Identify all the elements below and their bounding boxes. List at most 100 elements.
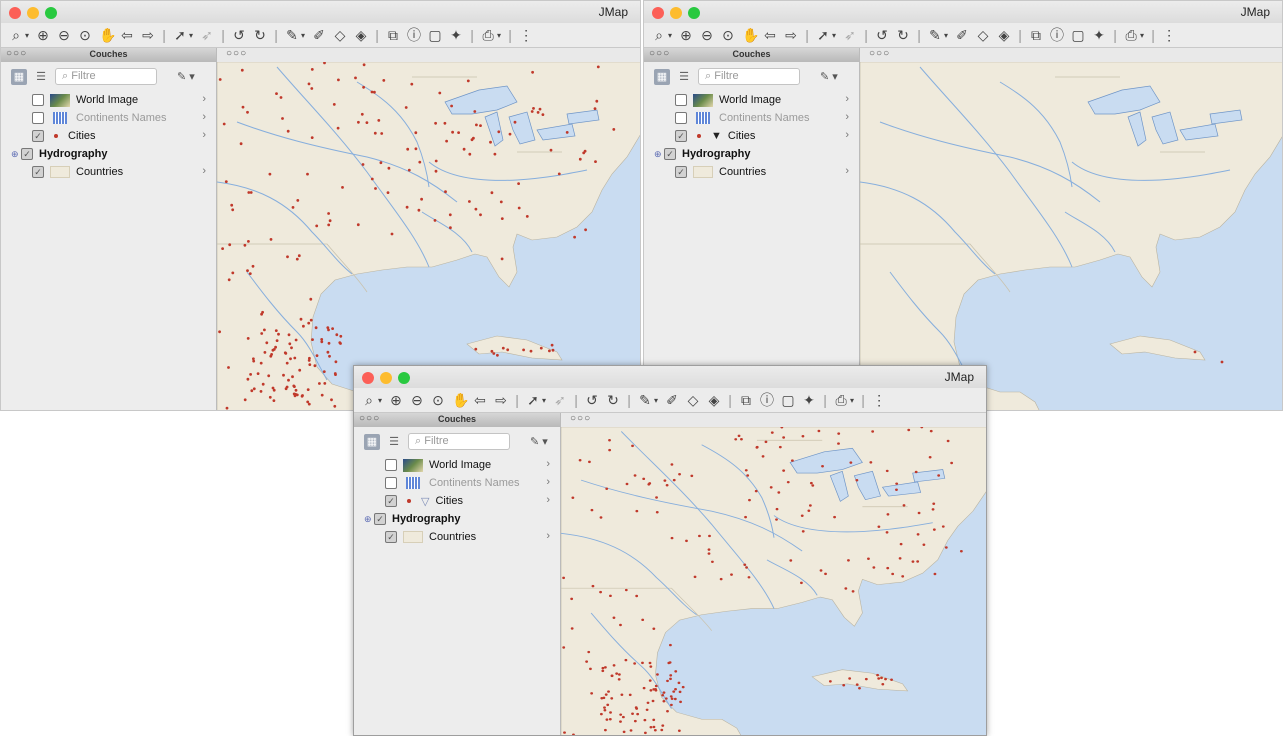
- city-point[interactable]: [320, 338, 324, 341]
- city-point[interactable]: [624, 658, 628, 662]
- title-bar[interactable]: JMap: [354, 366, 986, 388]
- city-point[interactable]: [661, 694, 665, 697]
- city-point[interactable]: [468, 200, 471, 203]
- city-point[interactable]: [656, 673, 659, 676]
- dropdown-arrow-icon[interactable]: ▾: [497, 31, 501, 40]
- chevron-right-icon[interactable]: ›: [845, 93, 849, 105]
- city-point[interactable]: [844, 587, 848, 590]
- zoom-window-button[interactable]: [398, 372, 410, 384]
- city-point[interactable]: [744, 469, 748, 472]
- dropdown-arrow-icon[interactable]: ▾: [189, 31, 193, 40]
- city-point[interactable]: [224, 180, 228, 183]
- undo-icon[interactable]: ↺: [875, 27, 889, 44]
- city-point[interactable]: [851, 590, 855, 593]
- measure-icon[interactable]: ✎: [928, 27, 942, 44]
- city-point[interactable]: [662, 691, 666, 694]
- city-point[interactable]: [228, 243, 232, 247]
- city-point[interactable]: [651, 699, 655, 703]
- city-point[interactable]: [755, 445, 759, 449]
- city-point[interactable]: [267, 374, 271, 378]
- city-point[interactable]: [646, 701, 650, 705]
- city-point[interactable]: [678, 690, 682, 694]
- layer-row[interactable]: ⊕ ✓ Hydrography: [1, 145, 216, 163]
- chevron-right-icon[interactable]: ›: [845, 165, 849, 177]
- filter-input[interactable]: ⌕ Filtre: [55, 68, 157, 85]
- city-point[interactable]: [937, 474, 941, 477]
- city-point[interactable]: [356, 223, 360, 227]
- city-point[interactable]: [933, 572, 937, 576]
- city-point[interactable]: [591, 584, 595, 588]
- city-point[interactable]: [562, 576, 566, 580]
- zoom-extent-icon[interactable]: ⊙: [78, 27, 92, 44]
- city-point[interactable]: [354, 76, 357, 80]
- city-point[interactable]: [604, 693, 608, 696]
- city-point[interactable]: [743, 563, 747, 566]
- city-point[interactable]: [231, 208, 235, 212]
- city-point[interactable]: [531, 70, 534, 74]
- city-point[interactable]: [849, 461, 853, 464]
- city-point[interactable]: [379, 161, 383, 165]
- city-point[interactable]: [335, 333, 339, 337]
- city-point[interactable]: [593, 107, 597, 110]
- city-point[interactable]: [414, 147, 418, 151]
- city-point[interactable]: [341, 186, 344, 189]
- city-point[interactable]: [248, 272, 252, 275]
- measure-icon[interactable]: ✎: [638, 392, 652, 409]
- expand-icon[interactable]: ⊕: [11, 149, 19, 160]
- undo-icon[interactable]: ↺: [232, 27, 246, 44]
- city-point[interactable]: [451, 130, 454, 134]
- city-point[interactable]: [677, 729, 681, 733]
- city-point[interactable]: [617, 673, 621, 676]
- city-point[interactable]: [578, 157, 582, 161]
- city-point[interactable]: [362, 85, 365, 89]
- city-point[interactable]: [590, 508, 594, 512]
- dropdown-arrow-icon[interactable]: ▾: [25, 31, 29, 40]
- layer-visibility-checkbox[interactable]: ✓: [374, 513, 386, 525]
- print-icon[interactable]: ⎙: [1124, 27, 1138, 44]
- city-point[interactable]: [418, 160, 422, 164]
- layer-tool-icon[interactable]: ✎ ▾: [820, 70, 838, 83]
- dropdown-arrow-icon[interactable]: ▾: [654, 396, 658, 405]
- minimize-window-button[interactable]: [380, 372, 392, 384]
- city-point[interactable]: [604, 728, 607, 732]
- city-point[interactable]: [287, 333, 291, 337]
- city-point[interactable]: [635, 509, 639, 513]
- city-point[interactable]: [610, 697, 614, 700]
- city-point[interactable]: [669, 677, 672, 681]
- city-point[interactable]: [950, 461, 954, 465]
- city-point[interactable]: [251, 264, 255, 268]
- city-point[interactable]: [653, 729, 657, 732]
- city-point[interactable]: [698, 534, 701, 538]
- tag-search-icon[interactable]: ◈: [707, 392, 721, 409]
- list-view-button[interactable]: ☰: [676, 69, 692, 85]
- city-point[interactable]: [643, 718, 647, 722]
- city-point[interactable]: [594, 160, 597, 163]
- city-point[interactable]: [842, 684, 846, 687]
- layer-row[interactable]: World Image ›: [1, 91, 216, 109]
- city-point[interactable]: [327, 341, 331, 345]
- city-point[interactable]: [538, 107, 542, 111]
- city-point[interactable]: [307, 321, 311, 325]
- city-point[interactable]: [221, 247, 224, 251]
- city-point[interactable]: [336, 126, 340, 130]
- city-point[interactable]: [275, 92, 278, 95]
- city-point[interactable]: [660, 728, 664, 732]
- city-point[interactable]: [624, 588, 628, 592]
- info-icon[interactable]: ⓘ: [760, 390, 774, 410]
- city-point[interactable]: [612, 128, 616, 131]
- layer-tool-icon[interactable]: ✎ ▾: [530, 435, 548, 448]
- select-tool-icon[interactable]: ➚: [816, 27, 830, 44]
- zoom-select-icon[interactable]: ⌕: [652, 27, 666, 44]
- city-point[interactable]: [600, 696, 604, 700]
- dropdown-arrow-icon[interactable]: ▾: [1140, 31, 1144, 40]
- tag-icon[interactable]: ◇: [686, 392, 700, 409]
- layer-visibility-checkbox[interactable]: ✓: [664, 148, 676, 160]
- more-icon[interactable]: ⋮: [519, 27, 533, 44]
- city-point[interactable]: [663, 479, 667, 482]
- city-point[interactable]: [246, 337, 250, 340]
- city-point[interactable]: [310, 136, 314, 139]
- city-point[interactable]: [492, 352, 496, 355]
- city-point[interactable]: [800, 581, 803, 585]
- city-point[interactable]: [645, 708, 649, 712]
- city-point[interactable]: [608, 718, 612, 721]
